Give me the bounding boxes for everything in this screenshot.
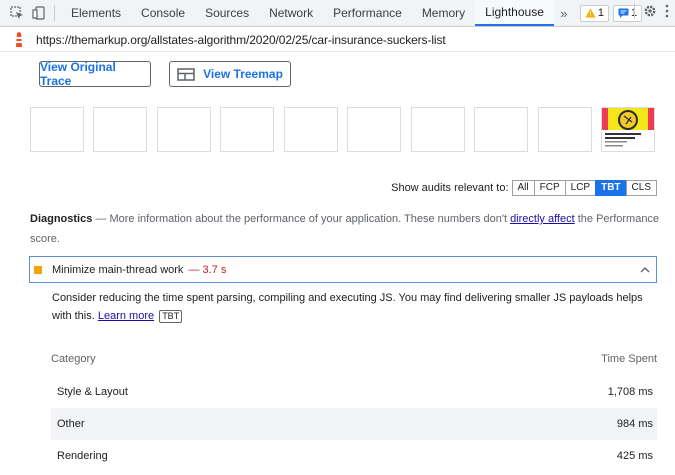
devtools-right-tools <box>634 3 669 19</box>
table-header: Category Time Spent <box>51 345 657 373</box>
filmstrip-frame <box>93 107 147 152</box>
treemap-icon <box>177 67 195 81</box>
audit-metric-tag: TBT <box>159 310 183 323</box>
filmstrip-frame <box>157 107 211 152</box>
tab-console[interactable]: Console <box>131 0 195 26</box>
filter-chip-cls[interactable]: CLS <box>625 180 657 196</box>
view-treemap-label: View Treemap <box>203 67 283 81</box>
row-category: Other <box>57 418 85 430</box>
more-tabs-button[interactable]: » <box>554 6 574 21</box>
audit-filter-label: Show audits relevant to: <box>391 182 509 194</box>
filmstrip <box>30 107 656 152</box>
filter-chip-tbt[interactable]: TBT <box>595 180 627 196</box>
table-row: Other 984 ms <box>51 408 657 440</box>
filter-chip-lcp[interactable]: LCP <box>564 180 597 196</box>
audit-filter: Show audits relevant to: All FCP LCP TBT… <box>391 180 657 196</box>
toolbar-divider <box>54 5 55 21</box>
tab-sources[interactable]: Sources <box>195 0 259 26</box>
page-preview-image <box>602 108 654 151</box>
devtools-tab-bar: Elements Console Sources Network Perform… <box>0 0 675 27</box>
main-thread-breakdown-table: Category Time Spent Style & Layout 1,708… <box>51 345 657 472</box>
tab-performance[interactable]: Performance <box>323 0 412 26</box>
table-row: Style & Layout 1,708 ms <box>51 376 657 408</box>
row-time-spent: 425 ms <box>616 450 653 462</box>
filmstrip-frame <box>474 107 528 152</box>
device-toolbar-icon[interactable] <box>28 2 50 24</box>
report-url-bar: https://themarkup.org/allstates-algorith… <box>0 28 675 52</box>
tab-lighthouse[interactable]: Lighthouse <box>475 0 554 26</box>
filmstrip-frame <box>538 107 592 152</box>
row-time-spent: 1,708 ms <box>607 386 653 398</box>
diagnostics-dash: — <box>95 213 107 225</box>
column-header-category: Category <box>51 353 96 365</box>
warning-square-icon <box>34 265 42 274</box>
audit-title: Minimize main-thread work <box>52 263 184 276</box>
tab-network[interactable]: Network <box>259 0 323 26</box>
row-category: Style & Layout <box>57 386 128 398</box>
warnings-count: 1 <box>597 7 604 19</box>
report-url[interactable]: https://themarkup.org/allstates-algorith… <box>36 33 446 47</box>
tab-elements[interactable]: Elements <box>61 0 131 26</box>
filmstrip-frame <box>30 107 84 152</box>
filmstrip-frame <box>284 107 338 152</box>
diagnostics-title: Diagnostics <box>30 213 93 225</box>
filmstrip-frame <box>347 107 401 152</box>
toolbar-divider <box>634 3 635 19</box>
filter-chip-fcp[interactable]: FCP <box>533 180 566 196</box>
filmstrip-frame <box>411 107 465 152</box>
chevron-up-icon[interactable] <box>640 266 650 274</box>
learn-more-link[interactable]: Learn more <box>98 310 154 322</box>
diagnostics-section: Diagnostics — More information about the… <box>30 209 660 249</box>
audit-description: Consider reducing the time spent parsing… <box>52 289 662 325</box>
filmstrip-frame <box>220 107 274 152</box>
view-treemap-button[interactable]: View Treemap <box>169 61 291 87</box>
inspect-icon[interactable] <box>6 2 28 24</box>
filter-chip-all[interactable]: All <box>511 180 535 196</box>
settings-gear-icon[interactable] <box>643 4 657 18</box>
directly-affect-link[interactable]: directly affect <box>510 213 575 225</box>
row-time-spent: 984 ms <box>616 418 653 430</box>
warning-icon <box>585 8 596 18</box>
filmstrip-frame-loaded <box>601 107 655 152</box>
view-original-trace-label: View Original Trace <box>40 60 116 88</box>
audit-value: — 3.7 s <box>188 263 227 276</box>
lighthouse-icon <box>16 31 22 47</box>
diagnostics-description: More information about the performance o… <box>109 213 507 225</box>
tab-memory[interactable]: Memory <box>412 0 475 26</box>
view-original-trace-button[interactable]: View Original Trace <box>39 60 151 88</box>
table-row: Rendering 425 ms <box>51 440 657 472</box>
warnings-badge[interactable]: 1 <box>579 4 609 22</box>
column-header-time-spent: Time Spent <box>601 353 657 365</box>
message-icon <box>618 8 629 18</box>
more-vert-icon[interactable] <box>665 4 669 18</box>
audit-minimize-main-thread-work[interactable]: Minimize main-thread work — 3.7 s <box>29 256 657 283</box>
row-category: Rendering <box>57 450 108 462</box>
